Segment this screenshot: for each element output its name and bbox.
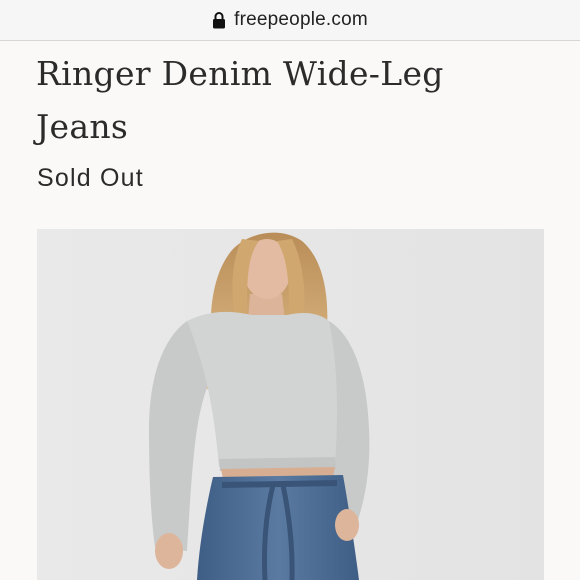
stock-status: Sold Out [37, 164, 144, 192]
browser-url-bar[interactable]: freepeople.com [0, 0, 580, 41]
url-text: freepeople.com [234, 9, 368, 30]
address-field[interactable]: freepeople.com [212, 9, 368, 31]
product-page: freepeople.com Ringer Denim Wide-Leg Jea… [0, 0, 580, 580]
product-title: Ringer Denim Wide-Leg Jeans [36, 54, 444, 146]
product-image[interactable] [37, 229, 544, 580]
lock-icon [213, 12, 226, 29]
product-photo-illustration [37, 229, 544, 580]
